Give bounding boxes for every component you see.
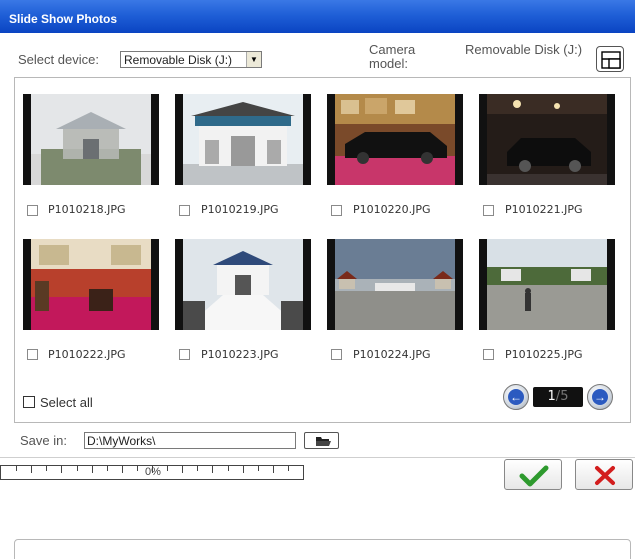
photo-image [183,239,303,330]
photo-thumbnail[interactable] [175,239,311,330]
photo-image [183,94,303,185]
photo-image [31,239,151,330]
photo-thumbnail[interactable] [479,239,615,330]
photo-thumbnail[interactable] [479,94,615,185]
close-icon [595,466,615,485]
device-select-value: Removable Disk (J:) [124,53,233,67]
chevron-down-icon[interactable]: ▼ [246,52,261,67]
browse-folder-button[interactable] [304,432,339,449]
arrow-left-icon: ← [508,389,524,405]
device-toolbar: Select device: Removable Disk (J:) ▼ Cam… [0,33,635,78]
photo-thumbnail[interactable] [175,94,311,185]
folder-open-icon [316,437,331,446]
photo-image [31,94,151,185]
view-toggle-button[interactable] [596,46,624,72]
next-page-button[interactable]: → [587,384,613,410]
photo-image [335,239,455,330]
prev-page-button[interactable]: ← [503,384,529,410]
select-all-label: Select all [40,395,93,410]
photo-checkbox[interactable] [331,205,342,216]
photo-thumbnail[interactable] [23,239,159,330]
photo-filename: P1010223.JPG [201,348,279,361]
arrow-right-icon: → [592,389,608,405]
status-panel [14,539,631,559]
page-current: 1 [547,389,556,404]
photo-thumbnail[interactable] [327,94,463,185]
photo-image [487,239,607,330]
page-total: 5 [560,389,569,404]
photo-thumbnail[interactable] [23,94,159,185]
photo-filename: P1010219.JPG [201,203,279,216]
photo-filename: P1010222.JPG [48,348,126,361]
progress-percent: 0% [145,466,161,478]
photo-filename: P1010220.JPG [353,203,431,216]
photo-gallery: P1010218.JPG P1010219.JPG P1010220.JPG P… [14,77,631,423]
camera-model-label: Camera model: [369,42,416,71]
select-all-box[interactable] [23,396,35,408]
photo-checkbox[interactable] [483,349,494,360]
save-path-value: D:\MyWorks\ [87,434,156,448]
save-path-input[interactable]: D:\MyWorks\ [84,432,296,449]
photo-checkbox[interactable] [179,349,190,360]
page-navigator: ← 1/5 → [503,384,615,410]
checkmark-icon [519,465,549,487]
ok-button[interactable] [504,459,562,490]
camera-model-value: Removable Disk (J:) [465,42,583,57]
select-device-label: Select device: [18,52,99,67]
photo-checkbox[interactable] [27,349,38,360]
window-title: Slide Show Photos [9,12,118,26]
photo-image [487,94,607,185]
photo-filename: P1010224.JPG [353,348,431,361]
page-indicator: 1/5 [533,387,583,407]
progress-bar: 0% [0,465,304,480]
photo-filename: P1010221.JPG [505,203,583,216]
photo-checkbox[interactable] [483,205,494,216]
view-toggle-icon [601,51,621,69]
save-location-bar: Save in: D:\MyWorks\ [0,424,635,458]
photo-checkbox[interactable] [27,205,38,216]
photo-thumbnail[interactable] [327,239,463,330]
photo-checkbox[interactable] [331,349,342,360]
window-title-bar: Slide Show Photos [0,0,635,33]
save-in-label: Save in: [20,433,67,448]
photo-image [335,94,455,185]
photo-checkbox[interactable] [179,205,190,216]
cancel-button[interactable] [575,459,633,490]
photo-filename: P1010218.JPG [48,203,126,216]
device-select[interactable]: Removable Disk (J:) ▼ [120,51,262,68]
photo-filename: P1010225.JPG [505,348,583,361]
